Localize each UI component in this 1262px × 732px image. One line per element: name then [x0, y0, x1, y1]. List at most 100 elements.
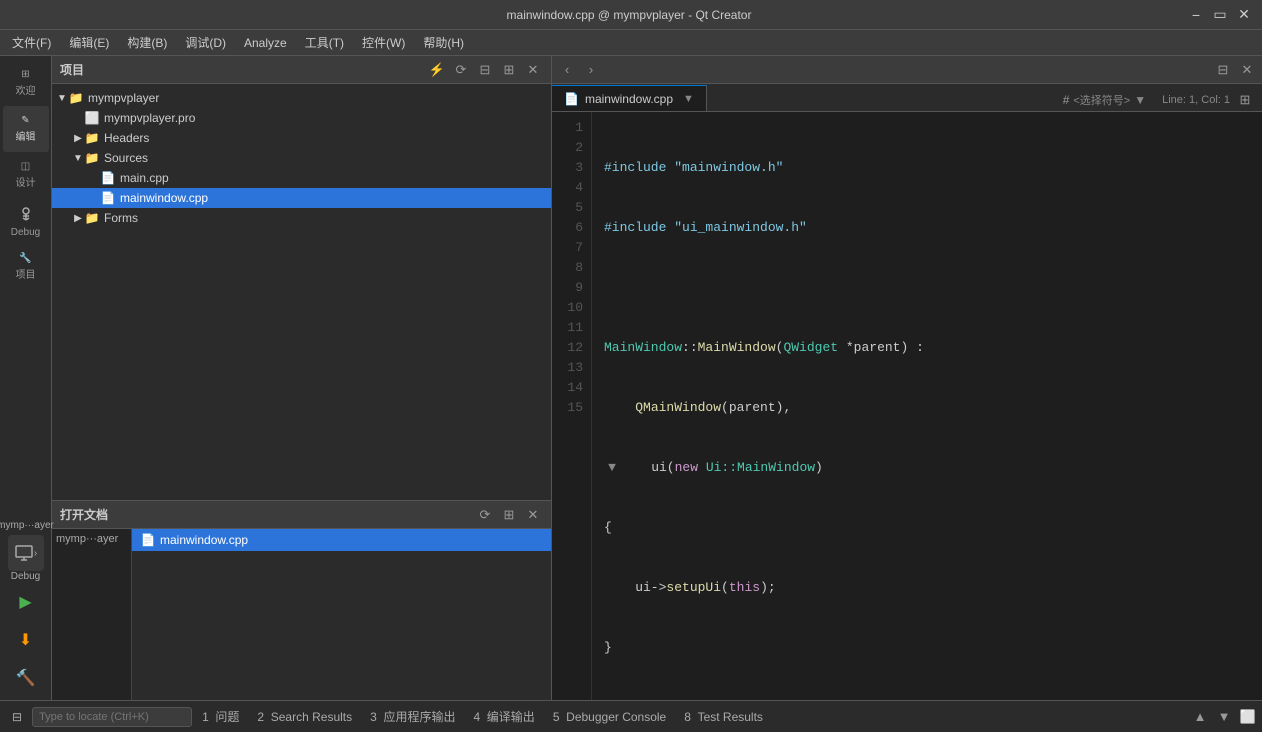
menu-tools[interactable]: 工具(T)	[297, 32, 352, 53]
bottom-tab-test[interactable]: 8 Test Results	[676, 708, 771, 726]
menu-file[interactable]: 文件(F)	[4, 32, 59, 53]
tree-item-root[interactable]: ▼ 📁 mympvplayer	[52, 88, 551, 108]
doc-label-mainwindow: mainwindow.cpp	[160, 533, 248, 547]
welcome-icon: ⊞	[21, 69, 29, 80]
tree-item-forms[interactable]: ▶ 📁 Forms	[52, 208, 551, 228]
editor-tab-mainwindow[interactable]: 📄 mainwindow.cpp ▼	[552, 85, 707, 111]
tree-label-root: mympvplayer	[88, 91, 159, 105]
tree-item-mainwindow-cpp[interactable]: 📄 mainwindow.cpp	[52, 188, 551, 208]
project-panel-title: 项目	[60, 61, 84, 78]
sync-icon[interactable]: ⟳	[451, 60, 471, 80]
folder-icon-sources: 📁	[84, 150, 100, 166]
folder-icon-forms: 📁	[84, 210, 100, 226]
bottom-toggle-button[interactable]: ⊟	[4, 708, 30, 726]
menu-bar: 文件(F) 编辑(E) 构建(B) 调试(D) Analyze 工具(T) 控件…	[0, 30, 1262, 56]
sidebar-edit[interactable]: ✎ 编辑	[3, 106, 49, 152]
tree-label-forms: Forms	[104, 211, 138, 225]
tree-item-sources[interactable]: ▼ 📁 Sources	[52, 148, 551, 168]
open-docs-collapse-icon[interactable]: ⟳	[475, 505, 495, 525]
main-container: ⊞ 欢迎 ✎ 编辑 ◫ 设计 Debug 🔧 项目 ?	[0, 56, 1262, 700]
sidebar-design[interactable]: ◫ 设计	[3, 152, 49, 198]
symbol-dropdown-icon[interactable]: ▼	[1134, 93, 1146, 107]
bottom-up-button[interactable]: ▲	[1190, 707, 1210, 727]
close-editor-button[interactable]: ✕	[1236, 59, 1258, 81]
project-panel: 项目 ⚡ ⟳ ⊟ ⊞ ✕ ▼ 📁 mympvplayer	[52, 56, 551, 500]
line-num-9: 9	[552, 278, 583, 298]
edit-icon: ✎	[21, 115, 29, 126]
expand-editor-button[interactable]: ⊞	[1234, 89, 1256, 111]
test-results-label: 8 Test Results	[684, 710, 763, 724]
minimize-button[interactable]: −	[1188, 7, 1204, 23]
code-line-9: }	[604, 638, 1238, 658]
project-header-icons: ⚡ ⟳ ⊟ ⊞ ✕	[427, 60, 543, 80]
title-bar: mainwindow.cpp @ mympvplayer - Qt Creato…	[0, 0, 1262, 30]
tree-arrow-sources: ▼	[72, 152, 84, 164]
symbol-selector[interactable]: <选择符号>	[1073, 92, 1130, 108]
device-label[interactable]: mymp···ayer	[0, 518, 58, 533]
run-button[interactable]: ▶	[8, 584, 44, 620]
close-panel-icon[interactable]: ✕	[523, 60, 543, 80]
bottom-tab-build-output[interactable]: 4 编译输出	[465, 706, 542, 727]
editor-scrollbar[interactable]	[1250, 112, 1262, 700]
bottom-panel: ⊟ 1 问题 2 Search Results 3 应用程序输出 4 编译输出 …	[0, 700, 1262, 732]
sidebar-welcome-label: 欢迎	[16, 82, 36, 97]
issues-label: 1 问题	[202, 708, 239, 725]
line-num-14: 14	[552, 378, 583, 398]
back-button[interactable]: ‹	[556, 59, 578, 81]
menu-analyze[interactable]: Analyze	[236, 34, 295, 52]
sidebar-debug[interactable]: Debug	[3, 198, 49, 244]
debug-device-area: › Debug	[8, 535, 44, 582]
close-button[interactable]: ✕	[1236, 7, 1252, 23]
open-docs-split-icon[interactable]: ⊞	[499, 505, 519, 525]
bottom-tab-search-results[interactable]: 2 Search Results	[249, 708, 360, 726]
open-docs-panel: 打开文档 ⟳ ⊞ ✕ mymp···ayer 📄 mainwindow.cpp	[52, 500, 551, 700]
sidebar-welcome[interactable]: ⊞ 欢迎	[3, 60, 49, 106]
project-tree: ▼ 📁 mympvplayer ⬜ mympvplayer.pro ▶ 📁 He…	[52, 84, 551, 500]
project-header: 项目 ⚡ ⟳ ⊟ ⊞ ✕	[52, 56, 551, 84]
tree-item-main-cpp[interactable]: 📄 main.cpp	[52, 168, 551, 188]
tree-label-sources: Sources	[104, 151, 148, 165]
forward-button[interactable]: ›	[580, 59, 602, 81]
menu-debug[interactable]: 调试(D)	[177, 32, 234, 53]
bottom-expand-button[interactable]: ⬜	[1238, 707, 1258, 727]
split-editor-button[interactable]: ⊟	[1212, 59, 1234, 81]
bottom-tab-app-output[interactable]: 3 应用程序输出	[362, 706, 463, 727]
menu-control[interactable]: 控件(W)	[354, 32, 413, 53]
split-icon[interactable]: ⊞	[499, 60, 519, 80]
open-docs-list: 📄 mainwindow.cpp	[132, 529, 551, 700]
tab-label: mainwindow.cpp	[585, 92, 673, 106]
menu-edit[interactable]: 编辑(E)	[61, 32, 117, 53]
doc-item-mainwindow[interactable]: 📄 mainwindow.cpp	[132, 529, 551, 551]
tree-label-pro: mympvplayer.pro	[104, 111, 195, 125]
debug-device-icon[interactable]: ›	[8, 535, 44, 571]
debug-run-button[interactable]: ⬇	[8, 622, 44, 658]
build-button[interactable]: 🔨	[8, 660, 44, 696]
tree-arrow-root: ▼	[56, 92, 68, 104]
search-results-label: 2 Search Results	[257, 710, 352, 724]
tree-item-headers[interactable]: ▶ 📁 Headers	[52, 128, 551, 148]
doc-file-icon: 📄	[140, 532, 156, 548]
filter-icon[interactable]: ⚡	[427, 60, 447, 80]
pro-file-icon: ⬜	[84, 110, 100, 126]
bottom-tab-issues[interactable]: 1 问题	[194, 706, 247, 727]
tab-bar: 📄 mainwindow.cpp ▼ # <选择符号> ▼ Line: 1, C…	[552, 84, 1262, 112]
window-title: mainwindow.cpp @ mympvplayer - Qt Creato…	[70, 8, 1188, 22]
tree-item-pro[interactable]: ⬜ mympvplayer.pro	[52, 108, 551, 128]
tree-arrow-mainwindow	[88, 192, 100, 204]
folder-icon-headers: 📁	[84, 130, 100, 146]
bottom-down-button[interactable]: ▼	[1214, 707, 1234, 727]
editor-content[interactable]: 1 2 3 4 5 6 7 8 9 10 11 12 13 14 15 #inc…	[552, 112, 1262, 700]
menu-build[interactable]: 构建(B)	[119, 32, 175, 53]
code-line-7: {	[604, 518, 1238, 538]
locate-input[interactable]	[32, 707, 192, 727]
fold-marker-6[interactable]: ▼	[604, 458, 620, 478]
sidebar-project[interactable]: 🔧 项目	[3, 244, 49, 290]
code-line-5: QMainWindow(parent),	[604, 398, 1238, 418]
code-area[interactable]: #include "mainwindow.h" #include "ui_mai…	[592, 112, 1250, 700]
bottom-tab-debugger[interactable]: 5 Debugger Console	[545, 708, 674, 726]
collapse-icon[interactable]: ⊟	[475, 60, 495, 80]
line-num-12: 12	[552, 338, 583, 358]
maximize-button[interactable]: ▭	[1212, 7, 1228, 23]
menu-help[interactable]: 帮助(H)	[415, 32, 472, 53]
open-docs-close-icon[interactable]: ✕	[523, 505, 543, 525]
